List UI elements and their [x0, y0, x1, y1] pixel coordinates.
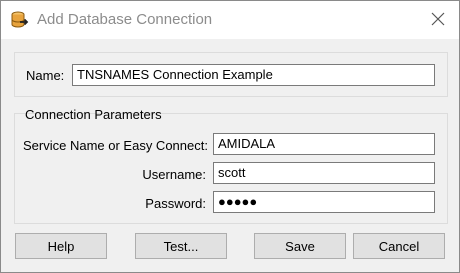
- name-input[interactable]: TNSNAMES Connection Example: [72, 64, 435, 86]
- help-button[interactable]: Help: [15, 233, 107, 259]
- add-database-connection-dialog: Add Database Connection Name: TNSNAMES C…: [0, 0, 460, 273]
- close-button[interactable]: [423, 6, 453, 34]
- test-button[interactable]: Test...: [135, 233, 227, 259]
- password-input[interactable]: ●●●●●: [213, 191, 435, 213]
- dialog-title: Add Database Connection: [37, 11, 213, 28]
- name-label: Name:: [26, 68, 65, 83]
- service-name-label: Service Name or Easy Connect:: [23, 138, 208, 153]
- username-label: Username:: [142, 167, 206, 182]
- connection-parameters-title: Connection Parameters: [25, 107, 162, 122]
- service-name-input[interactable]: AMIDALA: [213, 133, 435, 155]
- save-button[interactable]: Save: [254, 233, 346, 259]
- username-input[interactable]: scott: [213, 162, 435, 184]
- password-label: Password:: [145, 196, 206, 211]
- title-bar[interactable]: Add Database Connection: [1, 1, 459, 39]
- cancel-button[interactable]: Cancel: [353, 233, 445, 259]
- database-connection-icon: [10, 10, 30, 30]
- close-icon: [431, 12, 445, 29]
